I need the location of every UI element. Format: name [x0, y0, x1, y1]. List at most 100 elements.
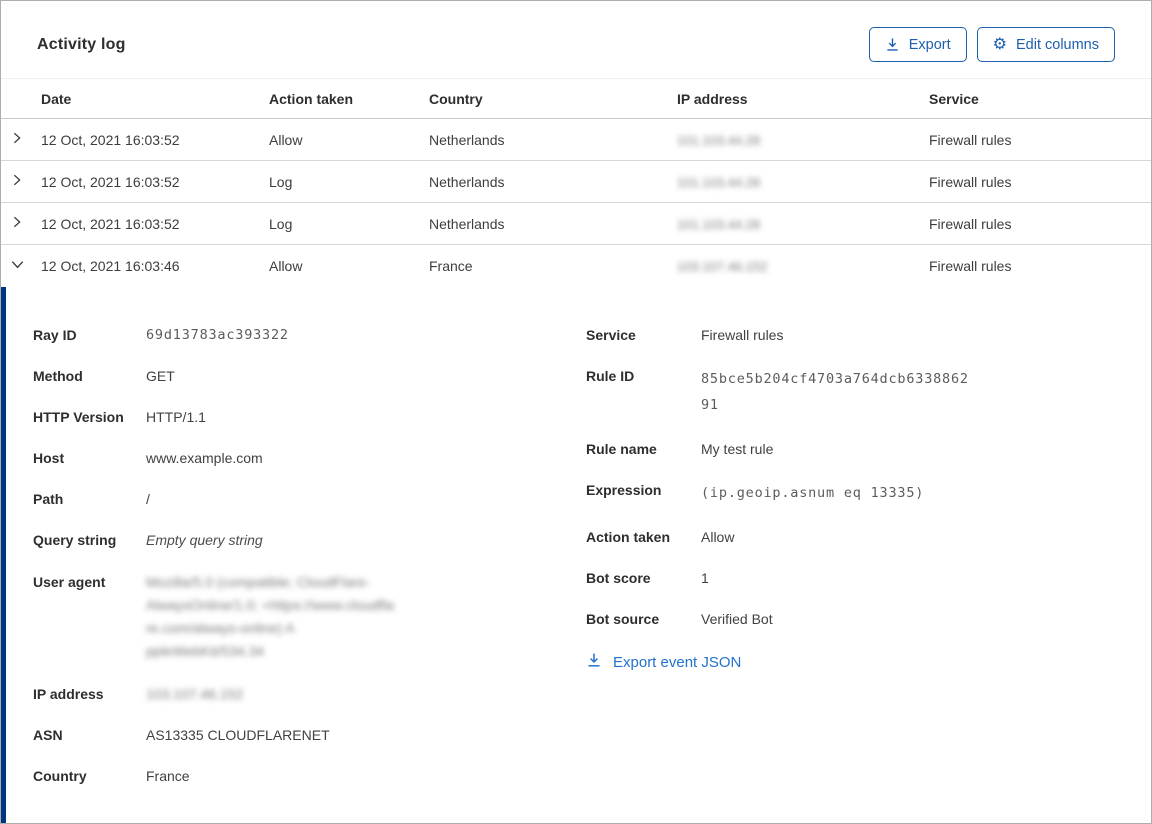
field-label: ASN: [33, 727, 63, 743]
field-value: My test rule: [701, 441, 774, 457]
page-title: Activity log: [37, 35, 126, 53]
col-header-date: Date: [41, 90, 72, 107]
field-value-redacted: Mozilla/5.0 (compatible; CloudFlare- Alw…: [146, 574, 394, 659]
field-label: Expression: [586, 482, 662, 498]
expand-row-button[interactable]: [1, 215, 41, 232]
table-row-expanded[interactable]: 12 Oct, 2021 16:03:46 Allow France 103.1…: [1, 245, 1151, 287]
field-value: /: [146, 491, 150, 507]
col-header-country: Country: [429, 90, 483, 107]
cell-country: Netherlands: [429, 173, 505, 190]
field-value: HTTP/1.1: [146, 409, 206, 425]
table-row[interactable]: 12 Oct, 2021 16:03:52 Log Netherlands 10…: [1, 161, 1151, 203]
cell-service: Firewall rules: [929, 173, 1012, 190]
chevron-down-icon: [10, 257, 25, 275]
detail-field-ip-address: IP address 103.107.46.152: [33, 684, 562, 704]
detail-field-asn: ASN AS13335 CLOUDFLARENET: [33, 725, 562, 745]
expand-row-button[interactable]: [1, 131, 41, 148]
field-label: Service: [586, 327, 636, 343]
detail-field-host: Host www.example.com: [33, 448, 562, 468]
field-label: Method: [33, 368, 83, 384]
detail-left-column: Ray ID 69d13783ac393322 Method GET HTTP …: [33, 325, 562, 823]
detail-field-bot-score: Bot score 1: [586, 568, 1115, 588]
expand-row-button[interactable]: [1, 173, 41, 190]
detail-field-rule-id: Rule ID 85bce5b204cf4703a764dcb633886291: [586, 366, 1115, 418]
cell-action-taken: Log: [269, 215, 293, 232]
event-detail-panel: Ray ID 69d13783ac393322 Method GET HTTP …: [1, 287, 1151, 823]
field-label: IP address: [33, 686, 104, 702]
field-label: Host: [33, 450, 65, 466]
field-value: (ip.geoip.asnum eq 13335): [701, 485, 925, 501]
chevron-right-icon: [10, 131, 24, 148]
chevron-right-icon: [10, 215, 24, 232]
field-label: Bot score: [586, 570, 651, 586]
cell-ip-redacted: 101.103.44.28: [677, 132, 761, 148]
field-label: Rule ID: [586, 368, 635, 384]
cell-date: 12 Oct, 2021 16:03:52: [41, 131, 180, 148]
field-label: Rule name: [586, 441, 657, 457]
detail-field-service: Service Firewall rules: [586, 325, 1115, 345]
collapse-row-button[interactable]: [1, 257, 41, 275]
col-header-action-taken: Action taken: [269, 90, 354, 107]
export-event-json-link[interactable]: Export event JSON: [586, 652, 741, 672]
field-value: Allow: [701, 529, 735, 545]
detail-field-ray-id: Ray ID 69d13783ac393322: [33, 325, 562, 345]
field-label: HTTP Version: [33, 409, 124, 425]
cell-ip-redacted: 103.107.46.152: [677, 259, 768, 274]
field-label: User agent: [33, 574, 106, 590]
cell-action-taken: Allow: [269, 131, 303, 148]
cell-date: 12 Oct, 2021 16:03:52: [41, 173, 180, 190]
field-value: 69d13783ac393322: [146, 327, 289, 343]
col-header-ip-address: IP address: [677, 90, 748, 107]
cell-service: Firewall rules: [929, 258, 1012, 274]
field-value-redacted: 103.107.46.152: [146, 686, 244, 702]
edit-columns-button-label: Edit columns: [1015, 36, 1099, 53]
col-header-service: Service: [929, 90, 979, 107]
field-value: Verified Bot: [701, 611, 773, 627]
table-header-row: Date Action taken Country IP address Ser…: [1, 78, 1151, 119]
detail-field-http-version: HTTP Version HTTP/1.1: [33, 407, 562, 427]
cell-action-taken: Log: [269, 173, 293, 190]
field-value: Empty query string: [146, 532, 263, 548]
detail-right-column: Service Firewall rules Rule ID 85bce5b20…: [586, 325, 1115, 823]
table-row[interactable]: 12 Oct, 2021 16:03:52 Log Netherlands 10…: [1, 203, 1151, 245]
field-value: 85bce5b204cf4703a764dcb633886291: [701, 371, 969, 413]
cell-country: Netherlands: [429, 215, 505, 232]
cell-service: Firewall rules: [929, 215, 1012, 232]
detail-field-action-taken: Action taken Allow: [586, 527, 1115, 547]
field-value: 1: [701, 570, 709, 586]
export-event-json-label: Export event JSON: [613, 653, 742, 671]
cell-country: Netherlands: [429, 131, 505, 148]
field-value: www.example.com: [146, 450, 263, 466]
detail-field-method: Method GET: [33, 366, 562, 386]
detail-field-expression: Expression (ip.geoip.asnum eq 13335): [586, 480, 1115, 506]
field-value: AS13335 CLOUDFLARENET: [146, 727, 330, 743]
field-value: GET: [146, 368, 175, 384]
detail-field-user-agent: User agent Mozilla/5.0 (compatible; Clou…: [33, 571, 562, 663]
export-button[interactable]: Export: [868, 27, 967, 62]
chevron-right-icon: [10, 173, 24, 190]
edit-columns-button[interactable]: ⚙ Edit columns: [976, 27, 1115, 62]
field-value: France: [146, 768, 190, 784]
detail-field-country: Country France: [33, 766, 562, 786]
cell-date: 12 Oct, 2021 16:03:46: [41, 258, 180, 274]
field-value: Firewall rules: [701, 327, 784, 343]
field-label: Ray ID: [33, 327, 77, 343]
download-icon: [586, 652, 602, 672]
detail-field-bot-source: Bot source Verified Bot: [586, 609, 1115, 629]
gear-icon: ⚙: [992, 35, 1007, 53]
cell-action-taken: Allow: [269, 258, 303, 274]
activity-log-panel: Activity log Export ⚙ Edit columns Date: [0, 0, 1152, 824]
field-label: Query string: [33, 532, 117, 548]
field-label: Action taken: [586, 529, 671, 545]
field-label: Bot source: [586, 611, 660, 627]
field-label: Country: [33, 768, 87, 784]
detail-field-path: Path /: [33, 489, 562, 509]
toolbar: Export ⚙ Edit columns: [868, 27, 1115, 62]
cell-date: 12 Oct, 2021 16:03:52: [41, 215, 180, 232]
cell-ip-redacted: 101.103.44.28: [677, 216, 761, 232]
cell-service: Firewall rules: [929, 131, 1012, 148]
field-label: Path: [33, 491, 64, 507]
table-row[interactable]: 12 Oct, 2021 16:03:52 Allow Netherlands …: [1, 119, 1151, 161]
header: Activity log Export ⚙ Edit columns: [1, 1, 1151, 78]
download-icon: [885, 37, 900, 52]
